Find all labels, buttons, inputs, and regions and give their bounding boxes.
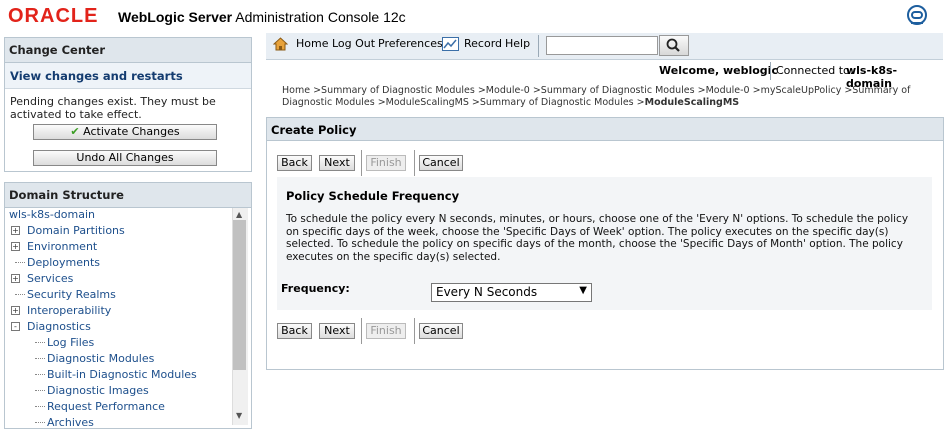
tree-connector: [15, 294, 25, 295]
tree-item-log-files[interactable]: Log Files: [47, 336, 94, 349]
next-button[interactable]: Next: [319, 155, 355, 171]
tree-item-builtin-modules[interactable]: Built-in Diagnostic Modules: [47, 368, 197, 381]
tree-item-diagnostic-modules[interactable]: Diagnostic Modules: [47, 352, 154, 365]
nav-preferences-link[interactable]: Preferences: [378, 37, 443, 50]
tree-connector: [35, 358, 45, 359]
tree-connector: [35, 390, 45, 391]
create-policy-title: Create Policy: [267, 118, 943, 141]
change-center-panel: Change Center View changes and restarts …: [4, 37, 252, 172]
domain-tree: wls-k8s-domain + Domain Partitions + Env…: [5, 206, 233, 428]
button-divider: [414, 318, 415, 344]
breadcrumb: Home >Summary of Diagnostic Modules >Mod…: [282, 85, 922, 109]
search-input[interactable]: [546, 36, 658, 55]
activate-changes-button[interactable]: ✔ Activate Changes: [33, 124, 217, 140]
tree-item-security-realms[interactable]: Security Realms: [27, 288, 116, 301]
tree-connector: [35, 374, 45, 375]
top-header: ORACLE WebLogic Server Administration Co…: [0, 0, 944, 31]
tree-connector: [35, 342, 45, 343]
tree-item-diagnostics[interactable]: Diagnostics: [27, 320, 91, 333]
nav-divider: [538, 35, 539, 57]
tree-root-domain[interactable]: wls-k8s-domain: [9, 208, 95, 221]
collapse-icon[interactable]: -: [11, 322, 20, 331]
section-title: Policy Schedule Frequency: [286, 189, 460, 203]
scroll-up-icon[interactable]: ▲: [236, 210, 242, 219]
view-changes-link[interactable]: View changes and restarts: [5, 63, 251, 89]
search-icon: [666, 38, 680, 52]
status-divider: [770, 62, 771, 80]
tree-item-services[interactable]: Services: [27, 272, 73, 285]
frequency-selected-value: Every N Seconds: [436, 285, 538, 299]
tree-item-archives[interactable]: Archives: [47, 416, 94, 428]
nav-help-link[interactable]: Help: [505, 37, 530, 50]
domain-structure-panel: Domain Structure wls-k8s-domain + Domain…: [4, 182, 252, 429]
scroll-down-icon[interactable]: ▼: [236, 411, 242, 420]
breadcrumb-path[interactable]: Home >Summary of Diagnostic Modules >Mod…: [282, 85, 910, 108]
back-button[interactable]: Back: [277, 155, 312, 171]
tree-connector: [35, 406, 45, 407]
pending-changes-message: Pending changes exist. They must be acti…: [10, 95, 216, 121]
home-icon[interactable]: [273, 37, 288, 51]
record-icon[interactable]: [442, 37, 459, 51]
frequency-label: Frequency:: [281, 282, 350, 295]
tree-item-environment[interactable]: Environment: [27, 240, 97, 253]
change-center-title: Change Center: [5, 38, 251, 63]
product-title: WebLogic Server Administration Console 1…: [118, 9, 406, 25]
button-divider: [361, 150, 362, 176]
nav-logout-link[interactable]: Log Out: [332, 37, 375, 50]
tree-item-deployments[interactable]: Deployments: [27, 256, 100, 269]
undo-all-changes-button[interactable]: Undo All Changes: [33, 150, 217, 166]
expand-icon[interactable]: +: [11, 242, 20, 251]
button-divider: [414, 150, 415, 176]
section-description: To schedule the policy every N seconds, …: [286, 213, 909, 263]
expand-icon[interactable]: +: [11, 306, 20, 315]
tree-item-interoperability[interactable]: Interoperability: [27, 304, 111, 317]
scrollbar-thumb[interactable]: [233, 220, 246, 370]
tree-item-diagnostic-images[interactable]: Diagnostic Images: [47, 384, 149, 397]
next-button-bottom[interactable]: Next: [319, 323, 355, 339]
tree-item-domain-partitions[interactable]: Domain Partitions: [27, 224, 125, 237]
dropdown-arrow-icon: ▼: [579, 285, 587, 296]
cancel-button[interactable]: Cancel: [419, 155, 463, 171]
nav-record-link[interactable]: Record: [464, 37, 502, 50]
finish-button-bottom[interactable]: Finish: [366, 323, 406, 339]
tree-connector: [35, 422, 45, 423]
finish-button[interactable]: Finish: [366, 155, 406, 171]
oracle-logo: ORACLE: [8, 5, 99, 27]
domain-structure-title: Domain Structure: [5, 183, 251, 208]
back-button-bottom[interactable]: Back: [277, 323, 312, 339]
search-button[interactable]: [659, 35, 689, 56]
cancel-button-bottom[interactable]: Cancel: [419, 323, 463, 339]
tree-item-request-performance[interactable]: Request Performance: [47, 400, 165, 413]
activate-changes-label: Activate Changes: [83, 125, 180, 138]
frequency-select[interactable]: Every N Seconds ▼: [431, 283, 592, 302]
connected-label: Connected to:: [776, 64, 854, 77]
breadcrumb-current: ModuleScalingMS: [644, 97, 740, 108]
button-divider: [361, 318, 362, 344]
welcome-text: Welcome, weblogic: [659, 64, 778, 77]
expand-icon[interactable]: +: [11, 274, 20, 283]
status-bar: Welcome, weblogic Connected to: wls-k8s-…: [266, 60, 943, 90]
product-name: WebLogic Server: [118, 9, 233, 25]
tree-connector: [15, 262, 25, 263]
expand-icon[interactable]: +: [11, 226, 20, 235]
product-subtitle: Administration Console 12c: [235, 9, 406, 25]
checkmark-icon: ✔: [70, 125, 80, 138]
oracle-help-icon[interactable]: [906, 4, 928, 26]
nav-home-link[interactable]: Home: [296, 37, 328, 50]
